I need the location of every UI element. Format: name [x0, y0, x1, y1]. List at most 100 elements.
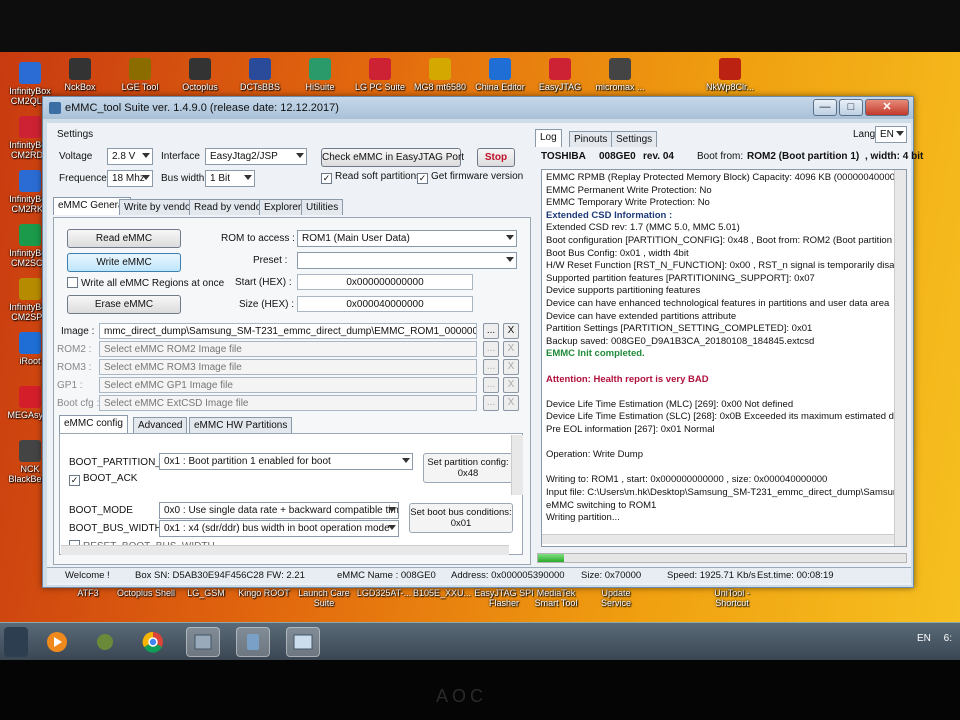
- window-titlebar[interactable]: eMMC_tool Suite ver. 1.4.9.0 (release da…: [43, 97, 913, 119]
- frequency-value: 18 Mhz: [112, 173, 145, 184]
- desktop-icon[interactable]: UniTool - Shortcut: [702, 588, 762, 608]
- desktop-icon[interactable]: DCTsBBS: [230, 58, 290, 92]
- tab-emmc-hw-partitions[interactable]: eMMC HW Partitions: [189, 417, 293, 433]
- set-partition-config-button[interactable]: Set partition config: 0x48: [423, 453, 513, 483]
- browse-button[interactable]: ...: [483, 341, 499, 357]
- config-vertical-scrollbar[interactable]: [511, 435, 523, 495]
- browse-button[interactable]: ...: [483, 395, 499, 411]
- window-client: Settings Voltage 2.8 V Interface EasyJta…: [47, 123, 923, 585]
- desktop-icon[interactable]: ATF3: [58, 588, 118, 598]
- desktop-icon[interactable]: Update Service: [586, 588, 646, 608]
- config-horizontal-scrollbar[interactable]: [61, 545, 509, 555]
- tray-time[interactable]: 6:: [944, 633, 952, 644]
- boot-mode-select[interactable]: 0x0 : Use single data rate + backward co…: [159, 502, 399, 519]
- tab-log[interactable]: Log: [535, 129, 562, 147]
- clear-button[interactable]: X: [503, 395, 519, 411]
- start-button[interactable]: [4, 627, 28, 657]
- stop-button[interactable]: Stop: [477, 148, 515, 167]
- shortcut-icon: [609, 58, 631, 80]
- taskbar-emmc-tool[interactable]: [186, 627, 220, 657]
- log-line: EMMC Permanent Write Protection: No: [546, 184, 712, 196]
- frequency-select[interactable]: 18 Mhz: [107, 170, 153, 187]
- interface-select[interactable]: EasyJtag2/JSP: [205, 148, 307, 165]
- desktop-icon[interactable]: LGE Tool: [110, 58, 170, 92]
- bus-width-label: Bus width: [161, 173, 205, 184]
- boot-ack-checkbox[interactable]: ✓ BOOT_ACK: [69, 473, 137, 486]
- clear-button[interactable]: X: [503, 341, 519, 357]
- log-horizontal-scrollbar[interactable]: [542, 534, 894, 544]
- size-hex-field[interactable]: 0x000040000000: [297, 296, 473, 312]
- desktop-icon[interactable]: NckBox: [50, 58, 110, 92]
- desktop-icon[interactable]: MediaTek Smart Tool: [526, 588, 586, 608]
- lang-select[interactable]: EN: [875, 126, 907, 143]
- tab-explorer[interactable]: Explorer: [259, 199, 307, 215]
- desktop-icon[interactable]: LG_GSM: [176, 588, 236, 598]
- rom-access-select[interactable]: ROM1 (Main User Data): [297, 230, 517, 247]
- taskbar-app-window[interactable]: [286, 627, 320, 657]
- taskbar-chrome[interactable]: [136, 627, 170, 657]
- desktop-icon[interactable]: LGD325AT-...: [354, 588, 414, 598]
- taskbar-app-green[interactable]: [88, 627, 122, 657]
- browse-button[interactable]: ...: [483, 377, 499, 393]
- bus-width-select[interactable]: 1 Bit: [205, 170, 255, 187]
- check-emmc-button[interactable]: Check eMMC in EasyJTAG Port: [321, 148, 464, 167]
- browse-button[interactable]: ...: [483, 359, 499, 375]
- desktop-icon[interactable]: HiSuite: [290, 58, 350, 92]
- image-path-field[interactable]: Select eMMC GP1 Image file: [99, 377, 477, 393]
- get-firmware-version-checkbox[interactable]: ✓ Get firmware version: [417, 171, 523, 184]
- tab-emmc-config[interactable]: eMMC config: [59, 415, 128, 433]
- image-path-field[interactable]: Select eMMC ROM3 Image file: [99, 359, 477, 375]
- start-hex-field[interactable]: 0x000000000000: [297, 274, 473, 290]
- shortcut-icon: [249, 58, 271, 80]
- clear-button[interactable]: X: [503, 359, 519, 375]
- get-firmware-version-label: Get firmware version: [431, 171, 524, 182]
- clear-button[interactable]: X: [503, 323, 519, 339]
- tab-advanced[interactable]: Advanced: [133, 417, 188, 433]
- tray-lang[interactable]: EN: [917, 633, 931, 644]
- log-header: TOSHIBA 008GE0 rev. 04 Boot from: ROM2 (…: [535, 147, 923, 167]
- desktop-icon[interactable]: micromax ...: [590, 58, 650, 92]
- desktop-icon[interactable]: MG8 mt6580: [410, 58, 470, 92]
- desktop-icon[interactable]: Octoplus: [170, 58, 230, 92]
- tab-read-by-vendor[interactable]: Read by vendor: [189, 199, 270, 215]
- chevron-down-icon: [506, 235, 514, 240]
- boot-partition-en-select[interactable]: 0x1 : Boot partition 1 enabled for boot: [159, 453, 413, 470]
- desktop-icon[interactable]: LG PC Suite: [350, 58, 410, 92]
- taskbar-media-player[interactable]: [40, 627, 74, 657]
- boot-bus-width-select[interactable]: 0x1 : x4 (sdr/ddr) bus width in boot ope…: [159, 520, 399, 537]
- erase-emmc-button[interactable]: Erase eMMC: [67, 295, 181, 314]
- taskbar-app-device[interactable]: [236, 627, 270, 657]
- log-line: Partition Settings [PARTITION_SETTING_CO…: [546, 323, 813, 335]
- clear-button[interactable]: X: [503, 377, 519, 393]
- desktop-icon[interactable]: EasyJTAG: [530, 58, 590, 92]
- close-button[interactable]: ✕: [865, 99, 909, 116]
- tab-right-settings[interactable]: Settings: [611, 131, 658, 147]
- log-header-rev: rev. 04: [643, 151, 674, 162]
- desktop-icon[interactable]: Launch Care Suite: [294, 588, 354, 608]
- chevron-down-icon: [506, 257, 514, 262]
- write-all-regions-checkbox[interactable]: Write all eMMC Regions at once: [67, 277, 224, 289]
- tab-write-by-vendor[interactable]: Write by vendor: [119, 199, 199, 215]
- write-emmc-button[interactable]: Write eMMC: [67, 253, 181, 272]
- desktop-icon[interactable]: Kingo ROOT: [234, 588, 294, 598]
- voltage-select[interactable]: 2.8 V: [107, 148, 153, 165]
- desktop-icon[interactable]: Octoplus Shell: [116, 588, 176, 598]
- desktop-icon[interactable]: EasyJTAG SPI Flasher: [474, 588, 534, 608]
- image-path-field[interactable]: Select eMMC ROM2 Image file: [99, 341, 477, 357]
- browse-button[interactable]: ...: [483, 323, 499, 339]
- minimize-button[interactable]: —: [813, 99, 837, 116]
- desktop-icon[interactable]: B105E_XXU...: [412, 588, 472, 598]
- set-boot-bus-button[interactable]: Set boot bus conditions: 0x01: [409, 503, 513, 533]
- image-path-field[interactable]: Select eMMC ExtCSD Image file: [99, 395, 477, 411]
- log-vertical-scrollbar[interactable]: [894, 170, 906, 546]
- image-path-field[interactable]: mmc_direct_dump\Samsung_SM-T231_emmc_dir…: [99, 323, 477, 339]
- maximize-button[interactable]: □: [839, 99, 863, 116]
- desktop-icon[interactable]: NkWp8Clr...: [700, 58, 760, 92]
- tab-pinouts[interactable]: Pinouts: [569, 131, 613, 147]
- tab-utilities[interactable]: Utilities: [301, 199, 344, 215]
- desktop-icon-label: NkWp8Clr...: [705, 82, 754, 92]
- preset-select[interactable]: [297, 252, 517, 269]
- read-emmc-button[interactable]: Read eMMC: [67, 229, 181, 248]
- read-soft-partitions-checkbox[interactable]: ✓ Read soft partitions: [321, 171, 421, 184]
- desktop-icon[interactable]: China Editor: [470, 58, 530, 92]
